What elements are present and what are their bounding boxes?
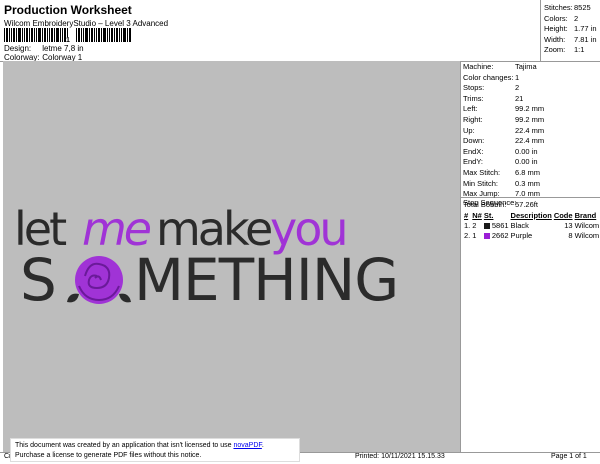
notice-line1: This document was created by an applicat… (15, 442, 264, 449)
table-row: 2. 1 2662 Purple 8 Wilcom (464, 231, 600, 240)
col-n: N# (472, 211, 482, 220)
notice-line2: Purchase a license to generate PDF files… (15, 452, 202, 459)
novapdf-link[interactable]: novaPDF (233, 442, 261, 449)
embroidery-design: let me make you S METHING (14, 202, 399, 314)
design-text-s: S (20, 246, 57, 314)
machine-row: Left: 99.2 mm (463, 104, 545, 114)
machine-row: EndX: 0.00 in (463, 146, 538, 156)
machine-row: Right: 99.2 mm (463, 114, 545, 124)
page-number: Page 1 of 1 (551, 453, 587, 460)
machine-row: Up: 22.4 mm (463, 125, 545, 135)
stats-row: Width: 7.81 in (544, 34, 597, 44)
machine-row: Machine: Tajima (463, 62, 537, 71)
color-swatch (483, 233, 490, 240)
machine-panel: Machine: Tajima Color changes: 1 Stops: 2 T… (463, 62, 544, 210)
col-st: St. (483, 211, 494, 220)
machine-row: Trims: 21 (463, 93, 524, 103)
machine-row: Min Stitch: 0.3 mm (463, 178, 541, 188)
col-description: Description (510, 211, 552, 220)
stats-panel: Stitches:8525 Colors: 2 Height: 1.77 in Wi… (544, 3, 597, 56)
design-label: Design: (4, 44, 32, 53)
stats-divider (540, 0, 541, 61)
stop-sequence-title: Stop Sequence: (463, 198, 517, 207)
col-code: Code (553, 211, 573, 220)
software-subtitle: Wilcom EmbroideryStudio – Level 3 Advanc… (4, 19, 169, 28)
color-swatch (483, 223, 490, 230)
stats-row: Stitches:8525 (544, 3, 591, 12)
machine-row: Max Stitch: 6.8 mm (463, 167, 541, 177)
stats-row: Colors: 2 (544, 13, 579, 23)
stop-sequence-table: # N# St. Description Code Brand 1. 2 586… (463, 211, 600, 241)
panel-divider (460, 61, 461, 452)
col-brand: Brand (574, 211, 597, 220)
design-text-mething: METHING (134, 246, 398, 314)
design-row: Design: letme 7,8 in (4, 44, 84, 53)
machine-row: Color changes: 1 (463, 72, 520, 82)
machine-row: Stops: 2 (463, 83, 520, 93)
printed-date: Printed: 10/11/2021 15.15.33 (355, 453, 445, 460)
stop-sequence: Stop Sequence: # N# St. Description Code… (463, 198, 600, 241)
rose-icon (67, 256, 131, 304)
machine-row: EndY: 0.00 in (463, 157, 538, 167)
stats-row: Zoom: 1:1 (544, 45, 585, 55)
license-notice: This document was created by an applicat… (10, 438, 300, 462)
table-row: 1. 2 5861 Black 13 Wilcom (464, 221, 600, 230)
machine-row: Down: 22.4 mm (463, 136, 545, 146)
design-value: letme 7,8 in (42, 44, 84, 53)
col-index: # (464, 211, 469, 220)
page-title: Production Worksheet (4, 3, 132, 17)
stats-row: Height: 1.77 in (544, 24, 597, 34)
